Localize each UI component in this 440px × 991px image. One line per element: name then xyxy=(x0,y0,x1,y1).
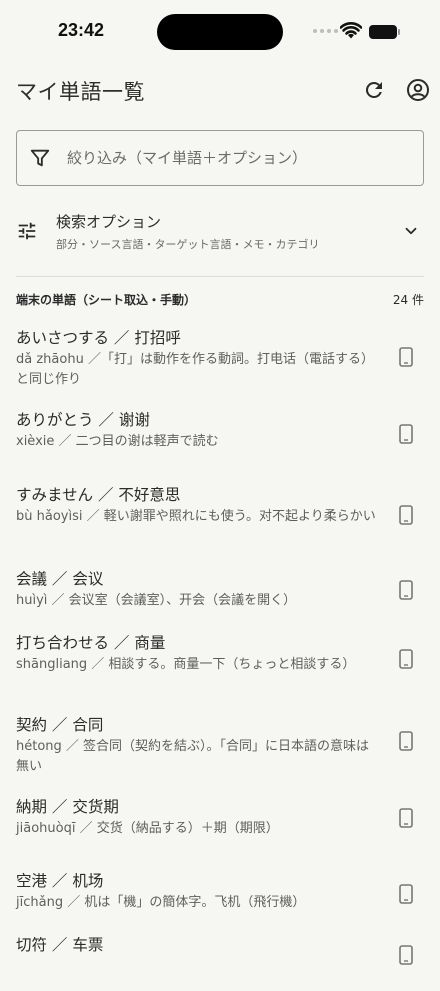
word-detail: dǎ zhāohu ／「打」は動作を作る動詞。打电话（電話する）と同じ作り xyxy=(16,352,374,387)
list-item[interactable]: 納期 ／ 交货期 jiāohuòqī ／ 交货（納品する）＋期（期限） xyxy=(0,787,440,861)
word-title: ありがとう ／ 谢谢 xyxy=(16,411,150,429)
refresh-icon[interactable] xyxy=(362,78,386,102)
word-title: すみません ／ 不好意思 xyxy=(16,486,181,504)
word-detail: huìyì ／ 会议室（会議室）、开会（会議を開く） xyxy=(16,593,297,608)
cellular-signal-icon xyxy=(313,29,338,33)
wifi-icon xyxy=(340,22,362,39)
word-title: 空港 ／ 机场 xyxy=(16,872,104,890)
tune-icon xyxy=(18,222,36,240)
word-title: 打ち合わせる ／ 商量 xyxy=(16,634,166,652)
search-options-title: 検索オプション xyxy=(56,213,162,231)
word-list: あいさつする ／ 打招呼 dǎ zhāohu ／「打」は動作を作る動詞。打电话（… xyxy=(0,318,440,991)
filter-icon xyxy=(30,149,50,167)
search-options-toggle[interactable]: 検索オプション 部分・ソース言語・ターゲット言語・メモ・カテゴリ xyxy=(0,198,440,266)
word-detail: bù hǎoyìsi ／ 軽い謝罪や照れにも使う。对不起より柔らかい xyxy=(16,509,376,524)
word-title: 納期 ／ 交货期 xyxy=(16,798,119,816)
smartphone-icon xyxy=(399,884,413,904)
smartphone-icon xyxy=(399,945,413,965)
smartphone-icon xyxy=(399,580,413,600)
smartphone-icon xyxy=(399,808,413,828)
word-detail: jiāohuòqī ／ 交货（納品する）＋期（期限） xyxy=(16,821,279,836)
section-title: 端末の単語（シート取込・手動） xyxy=(16,293,197,307)
status-bar: 23:42 xyxy=(0,0,440,64)
chevron-down-icon xyxy=(405,227,417,235)
list-item[interactable]: すみません ／ 不好意思 bù hǎoyìsi ／ 軽い謝罪や照れにも使う。对不… xyxy=(0,475,440,559)
smartphone-icon xyxy=(399,505,413,525)
word-title: 契約 ／ 合同 xyxy=(16,716,104,734)
word-detail: jīchǎng ／ 机は「機」の簡体字。飞机（飛行機） xyxy=(16,895,306,910)
smartphone-icon xyxy=(399,347,413,367)
word-title: あいさつする ／ 打招呼 xyxy=(16,329,181,347)
list-item[interactable]: 会議 ／ 会议 huìyì ／ 会议室（会議室）、开会（会議を開く） xyxy=(0,559,440,623)
list-item[interactable]: 切符 ／ 车票 xyxy=(0,931,440,991)
word-count: 24 件 xyxy=(392,293,424,307)
search-options-subtitle: 部分・ソース言語・ターゲット言語・メモ・カテゴリ xyxy=(56,238,320,251)
smartphone-icon xyxy=(399,649,413,669)
list-item[interactable]: 空港 ／ 机场 jīchǎng ／ 机は「機」の簡体字。飞机（飛行機） xyxy=(0,861,440,931)
word-detail: hétong ／ 签合同（契約を結ぶ）。「合同」に日本語の意味は無い xyxy=(16,739,370,774)
list-item[interactable]: 打ち合わせる ／ 商量 shāngliang ／ 相談する。商量一下（ちょっと相… xyxy=(0,623,440,705)
dynamic-island xyxy=(157,14,283,50)
word-title: 切符 ／ 车票 xyxy=(16,936,104,954)
smartphone-icon xyxy=(399,731,413,751)
battery-icon xyxy=(369,25,400,39)
smartphone-icon xyxy=(399,424,413,444)
filter-field[interactable] xyxy=(16,130,424,186)
filter-input[interactable] xyxy=(67,139,407,177)
page-title: マイ単語一覧 xyxy=(16,80,145,104)
word-detail: xièxie ／ 二つ目の谢は軽声で読む xyxy=(16,434,219,449)
list-item[interactable]: あいさつする ／ 打招呼 dǎ zhāohu ／「打」は動作を作る動詞。打电话（… xyxy=(0,318,440,400)
account-circle-icon[interactable] xyxy=(406,78,430,102)
list-item[interactable]: ありがとう ／ 谢谢 xièxie ／ 二つ目の谢は軽声で読む xyxy=(0,400,440,475)
divider xyxy=(16,276,424,277)
app-bar: マイ単語一覧 xyxy=(0,64,440,120)
word-title: 会議 ／ 会议 xyxy=(16,570,104,588)
section-header: 端末の単語（シート取込・手動） 24 件 xyxy=(0,288,440,310)
word-detail: shāngliang ／ 相談する。商量一下（ちょっと相談する） xyxy=(16,657,356,672)
status-time: 23:42 xyxy=(58,20,105,40)
list-item[interactable]: 契約 ／ 合同 hétong ／ 签合同（契約を結ぶ）。「合同」に日本語の意味は… xyxy=(0,705,440,787)
